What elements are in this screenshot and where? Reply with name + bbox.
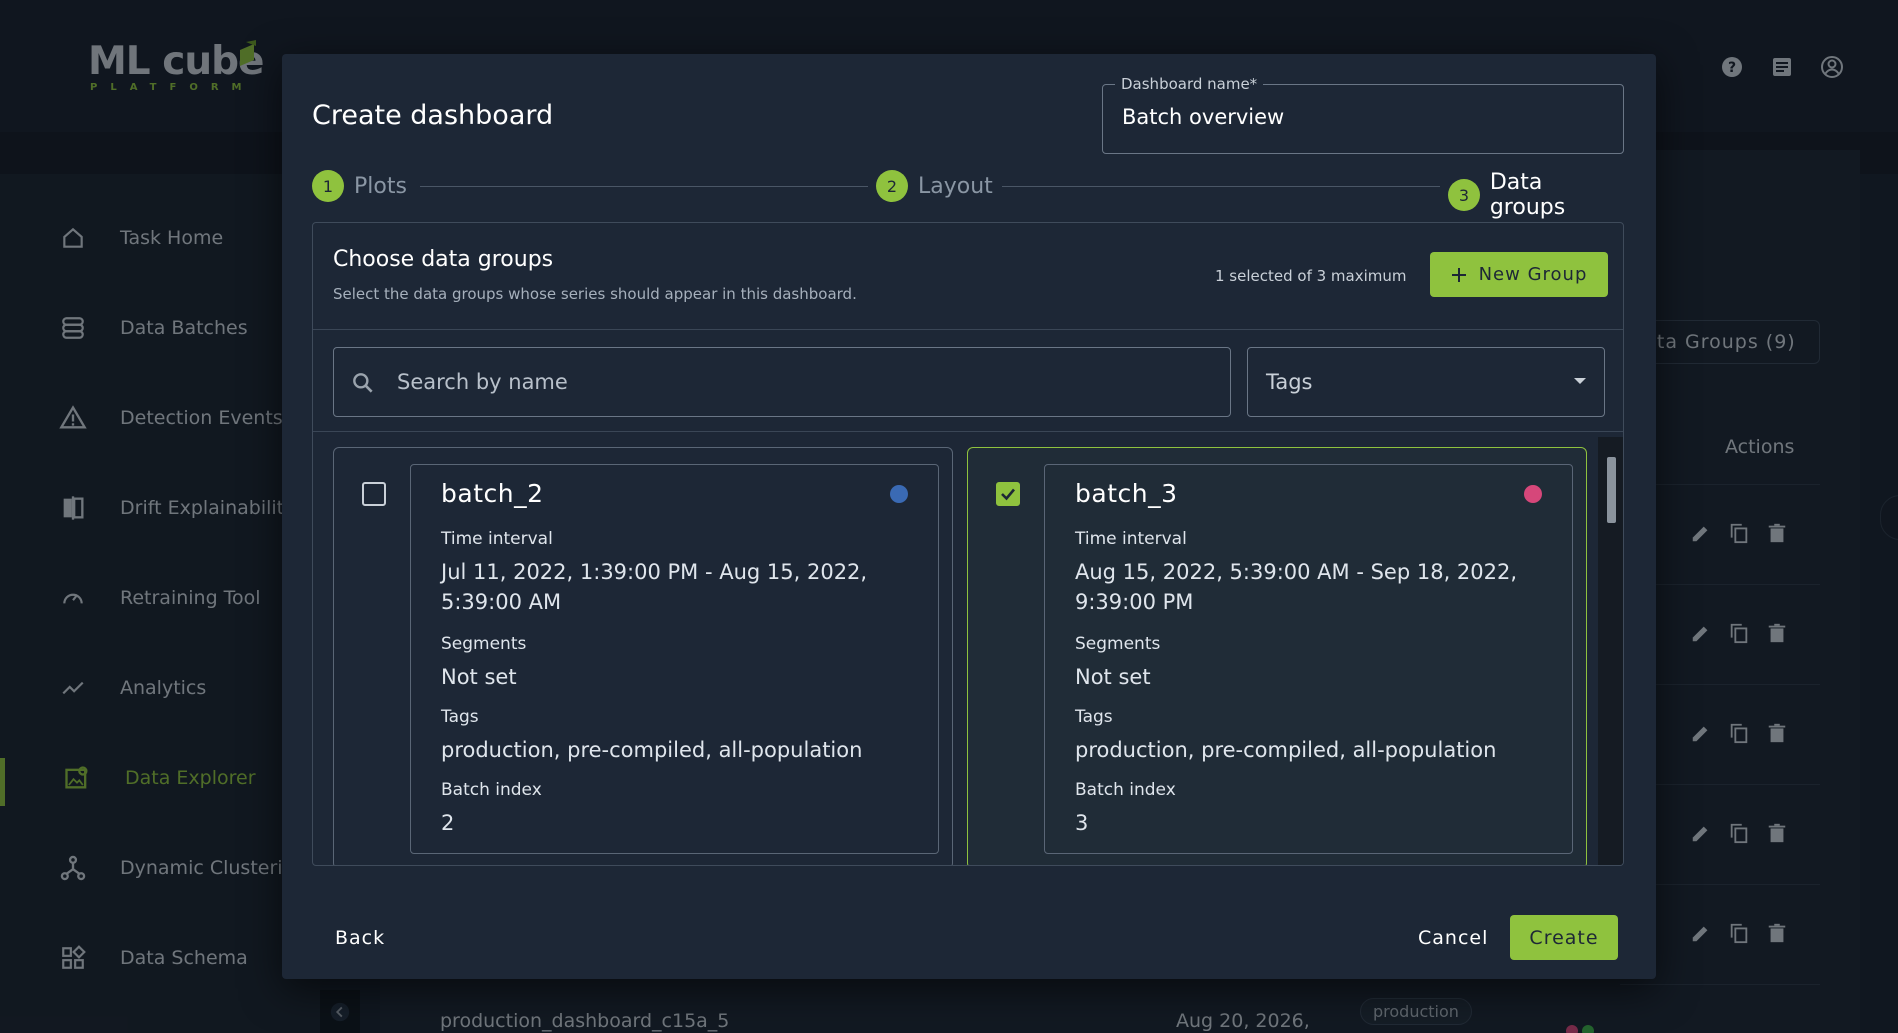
dashboard-name-value[interactable]: Batch overview: [1122, 105, 1284, 129]
scrollbar[interactable]: [1598, 437, 1623, 865]
data-group-card[interactable]: batch_2 Time interval Jul 11, 2022, 1:39…: [333, 447, 953, 865]
data-group-details: batch_2 Time interval Jul 11, 2022, 1:39…: [410, 464, 939, 854]
selection-count: 1 selected of 3 maximum: [1215, 267, 1407, 285]
time-interval-value: Jul 11, 2022, 1:39:00 PM - Aug 15, 2022,…: [441, 560, 868, 614]
step-number: 1: [312, 170, 344, 202]
time-interval-label: Time interval: [1075, 529, 1187, 549]
dialog-title: Create dashboard: [312, 100, 554, 131]
batch-index-value: 2: [441, 811, 455, 835]
tags-select[interactable]: Tags: [1247, 347, 1605, 417]
step-connector: [1002, 186, 1440, 187]
step-number: 3: [1448, 179, 1480, 211]
time-interval-value: Aug 15, 2022, 5:39:00 AM - Sep 18, 2022,…: [1075, 560, 1518, 614]
data-group-checkbox[interactable]: [996, 482, 1020, 506]
data-group-name: batch_2: [441, 479, 544, 508]
search-icon: [353, 373, 373, 393]
batch-index-label: Batch index: [1075, 780, 1176, 800]
dashboard-name-label: Dashboard name*: [1115, 75, 1264, 93]
segments-label: Segments: [1075, 634, 1161, 654]
panel-subtitle: Select the data groups whose series shou…: [333, 285, 857, 303]
create-button[interactable]: Create: [1510, 915, 1618, 960]
panel-divider: [313, 329, 1623, 330]
panel-title: Choose data groups: [333, 247, 554, 272]
plus-icon: [1451, 267, 1466, 282]
new-group-button[interactable]: New Group: [1430, 252, 1608, 297]
step-layout[interactable]: 2 Layout: [876, 170, 993, 202]
batch-index-label: Batch index: [441, 780, 542, 800]
series-color-dot: [1524, 485, 1542, 503]
new-group-label: New Group: [1478, 264, 1588, 285]
back-button[interactable]: Back: [335, 927, 385, 949]
step-label: Data groups: [1489, 170, 1566, 220]
app-window: ML cube PLATFORM ? Task Home Data Batche…: [0, 0, 1898, 1033]
step-number: 2: [876, 170, 908, 202]
segments-label: Segments: [441, 634, 527, 654]
data-groups-panel: Choose data groups Select the data group…: [312, 222, 1624, 866]
segments-value: Not set: [1075, 665, 1151, 689]
cancel-button[interactable]: Cancel: [1418, 927, 1488, 949]
data-group-details: batch_3 Time interval Aug 15, 2022, 5:39…: [1044, 464, 1573, 854]
panel-divider: [313, 431, 1623, 432]
step-data-groups[interactable]: 3 Data groups: [1448, 170, 1624, 220]
data-group-list: batch_2 Time interval Jul 11, 2022, 1:39…: [333, 447, 1599, 865]
search-input[interactable]: Search by name: [333, 347, 1231, 417]
dashboard-name-field[interactable]: Dashboard name* Batch overview: [1102, 75, 1624, 154]
check-icon: [1001, 488, 1015, 501]
data-group-card[interactable]: batch_3 Time interval Aug 15, 2022, 5:39…: [967, 447, 1587, 865]
tags-placeholder: Tags: [1266, 370, 1313, 394]
data-group-name: batch_3: [1075, 479, 1178, 508]
series-color-dot: [890, 485, 908, 503]
step-plots[interactable]: 1 Plots: [312, 170, 407, 202]
tags-label: Tags: [441, 707, 479, 727]
tags-value: production, pre-compiled, all-population: [441, 738, 863, 762]
stepper: 1 Plots 2 Layout 3 Data groups: [312, 170, 1624, 220]
data-group-checkbox[interactable]: [362, 482, 386, 506]
scrollbar-thumb[interactable]: [1607, 457, 1616, 523]
tags-label: Tags: [1075, 707, 1113, 727]
step-label: Plots: [354, 173, 407, 199]
segments-value: Not set: [441, 665, 517, 689]
caret-down-icon: [1574, 378, 1586, 384]
step-label: Layout: [918, 173, 993, 199]
time-interval-label: Time interval: [441, 529, 553, 549]
batch-index-value: 3: [1075, 811, 1089, 835]
tags-value: production, pre-compiled, all-population: [1075, 738, 1497, 762]
create-dashboard-dialog: Create dashboard Dashboard name* Batch o…: [282, 54, 1656, 979]
search-placeholder: Search by name: [397, 370, 568, 394]
step-connector: [420, 186, 868, 187]
